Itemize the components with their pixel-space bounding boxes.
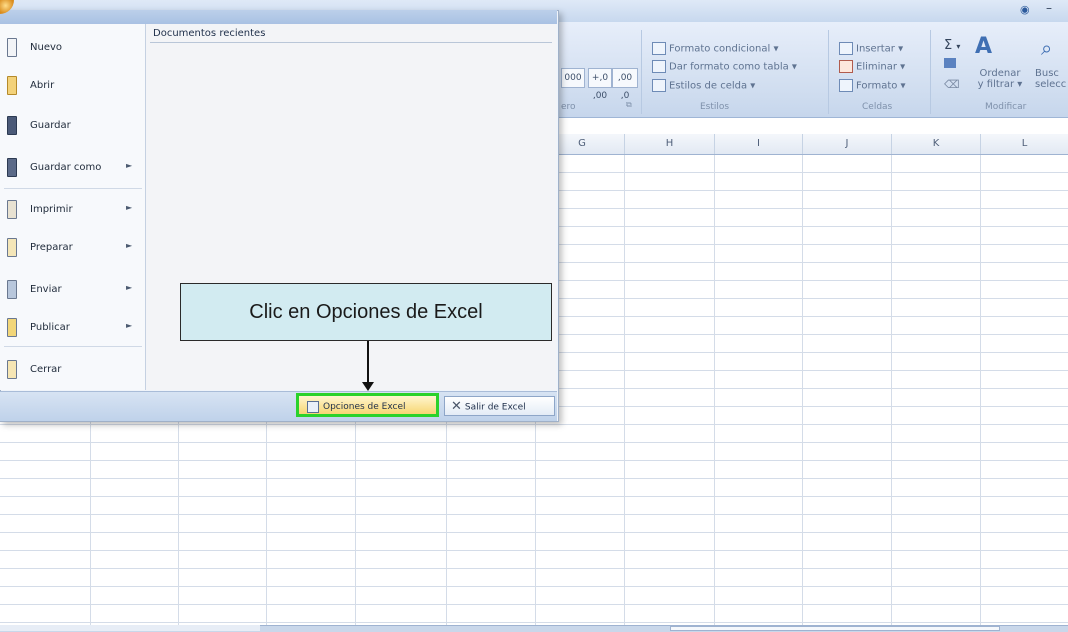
save-as-icon [7, 158, 17, 177]
menu-item-guardar-como[interactable]: Guardar como ► [0, 150, 144, 186]
publish-icon [7, 318, 17, 337]
exit-excel-button[interactable]: ✕ Salir de Excel [444, 396, 555, 416]
conditional-format-button[interactable]: Formato condicional ▾ [652, 42, 778, 55]
minimize-icon[interactable]: – [1046, 1, 1052, 15]
cells-group-label: Celdas [862, 102, 893, 112]
send-icon [7, 280, 17, 299]
autosum-button[interactable]: Σ ▾ [944, 38, 960, 53]
submenu-arrow-icon: ► [126, 203, 133, 212]
insert-icon [839, 42, 853, 55]
insert-cells-button[interactable]: Insertar ▾ [839, 42, 903, 55]
group-separator [828, 30, 829, 114]
find-select-icon: ⌕ [1041, 36, 1053, 60]
print-icon [7, 200, 17, 219]
instruction-callout: Clic en Opciones de Excel [180, 283, 552, 341]
column-header-i[interactable]: I [715, 134, 803, 154]
menu-item-cerrar[interactable]: Cerrar [0, 352, 144, 388]
menu-item-label: Guardar como [30, 162, 102, 173]
menu-item-publicar[interactable]: Publicar ► [0, 310, 144, 346]
find-select-button[interactable]: Busc selecc [1035, 68, 1066, 90]
clear-icon[interactable]: ⌫ [944, 78, 960, 91]
options-icon [307, 400, 319, 413]
menu-item-enviar[interactable]: Enviar ► [0, 272, 144, 308]
close-document-icon [7, 360, 17, 379]
cell-styles-icon [652, 79, 666, 92]
menu-item-label: Imprimir [30, 204, 73, 215]
open-folder-icon [7, 76, 17, 95]
menu-item-preparar[interactable]: Preparar ► [0, 230, 144, 266]
close-icon: ✕ [451, 399, 462, 414]
submenu-arrow-icon: ► [126, 283, 133, 292]
menu-item-label: Preparar [30, 242, 73, 253]
conditional-format-icon [652, 42, 666, 55]
column-header-j[interactable]: J [803, 134, 892, 154]
decrease-decimal-button[interactable]: ,00 ,0 [612, 68, 638, 101]
excel-options-button[interactable]: Opciones de Excel [296, 393, 439, 417]
excel-options-label: Opciones de Excel [323, 402, 406, 412]
new-document-icon [7, 38, 17, 57]
menu-item-label: Publicar [30, 322, 70, 333]
divider [150, 42, 552, 43]
menu-item-imprimir[interactable]: Imprimir ► [0, 192, 144, 228]
callout-arrow-line [367, 341, 369, 384]
menu-divider [4, 188, 142, 189]
menu-divider [4, 346, 142, 347]
dialog-launcher-icon[interactable]: ⧉ [626, 100, 632, 110]
fill-icon[interactable] [944, 58, 956, 68]
styles-group-label: Estilos [700, 102, 730, 112]
submenu-arrow-icon: ► [126, 161, 133, 170]
grid-line [624, 155, 625, 625]
modify-group-label: Modificar [985, 102, 1027, 112]
submenu-arrow-icon: ► [126, 321, 133, 330]
sigma-icon: Σ [944, 38, 953, 53]
menu-item-label: Abrir [30, 80, 55, 91]
sort-filter-button[interactable]: Ordenar y filtrar ▾ [975, 68, 1025, 90]
menu-item-nuevo[interactable]: Nuevo [0, 30, 144, 66]
column-header-h[interactable]: H [625, 134, 715, 154]
menu-item-label: Nuevo [30, 42, 63, 53]
arrow-down-icon [362, 382, 374, 391]
menu-item-label: Guardar [30, 120, 71, 131]
column-header-k[interactable]: K [892, 134, 981, 154]
thousands-format-button[interactable]: 000 [561, 68, 585, 88]
sheet-tabs[interactable] [0, 625, 260, 631]
grid-line [802, 155, 803, 625]
format-as-table-button[interactable]: Dar formato como tabla ▾ [652, 60, 797, 73]
table-icon [652, 60, 666, 73]
exit-excel-label: Salir de Excel [464, 402, 526, 413]
format-icon [839, 79, 853, 92]
number-group-label: ero [561, 102, 576, 112]
delete-icon [839, 60, 853, 73]
save-icon [7, 116, 17, 135]
help-icon[interactable]: ◉ [1020, 3, 1030, 16]
grid-line [980, 155, 981, 625]
submenu-arrow-icon: ► [126, 241, 133, 250]
horizontal-scrollbar[interactable] [670, 626, 1000, 631]
column-header-l[interactable]: L [981, 134, 1068, 154]
increase-decimal-button[interactable]: +,0 ,00 [588, 68, 612, 101]
group-separator [930, 30, 931, 114]
menu-item-guardar[interactable]: Guardar [0, 108, 144, 144]
recent-documents-title: Documentos recientes [153, 28, 266, 39]
office-menu-header [0, 10, 557, 24]
format-cells-button[interactable]: Formato ▾ [839, 79, 906, 92]
grid-line [891, 155, 892, 625]
menu-item-label: Enviar [30, 284, 62, 295]
menu-item-label: Cerrar [30, 364, 62, 375]
delete-cells-button[interactable]: Eliminar ▾ [839, 60, 905, 73]
menu-item-abrir[interactable]: Abrir [0, 68, 144, 104]
cell-styles-button[interactable]: Estilos de celda ▾ [652, 79, 755, 92]
group-separator [641, 30, 642, 114]
grid-line [714, 155, 715, 625]
prepare-icon [7, 238, 17, 257]
sort-filter-icon: A [975, 34, 993, 59]
